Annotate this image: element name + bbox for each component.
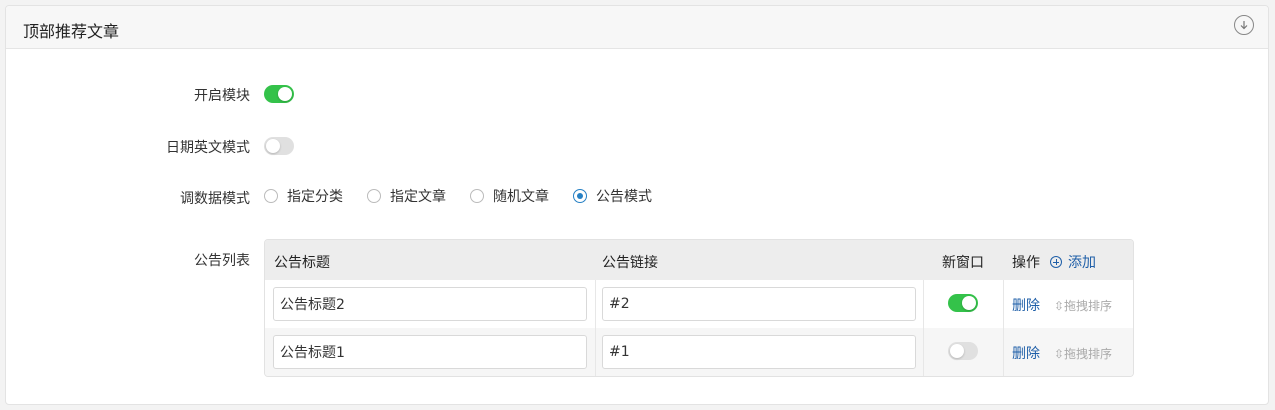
- delete-button[interactable]: 删除: [1012, 343, 1040, 363]
- column-divider: [595, 280, 596, 328]
- delete-button[interactable]: 删除: [1012, 295, 1040, 315]
- notice-link-input[interactable]: [602, 335, 916, 369]
- radio-label: 随机文章: [493, 189, 549, 205]
- radio-random-article[interactable]: 随机文章: [470, 186, 549, 206]
- date-english-label: 日期英文模式: [166, 140, 250, 156]
- radio-label: 指定文章: [390, 189, 446, 205]
- table-header: 公告标题 公告链接 新窗口 操作 添加: [265, 240, 1133, 280]
- add-row-button[interactable]: 添加: [1050, 252, 1096, 272]
- notice-list-label: 公告列表: [194, 253, 250, 269]
- radio-label: 公告模式: [596, 189, 652, 205]
- module-enable-switch[interactable]: [264, 85, 294, 103]
- plus-circle-icon: [1050, 256, 1062, 268]
- header-actions: 操作: [1012, 255, 1040, 271]
- table-row: 删除 ⇳拖拽排序: [265, 328, 1133, 376]
- circle-arrow-down-icon[interactable]: [1234, 15, 1254, 35]
- new-window-switch[interactable]: [948, 342, 978, 360]
- switch-knob: [266, 139, 280, 153]
- data-mode-radio-group: 指定分类 指定文章 随机文章 公告模式: [264, 186, 676, 206]
- notice-title-input[interactable]: [273, 287, 587, 321]
- column-divider: [923, 280, 924, 328]
- switch-knob: [962, 296, 976, 310]
- radio-notice-mode[interactable]: 公告模式: [573, 186, 652, 206]
- date-english-switch[interactable]: [264, 137, 294, 155]
- column-divider: [595, 328, 596, 376]
- radio-label: 指定分类: [287, 189, 343, 205]
- switch-knob: [278, 87, 292, 101]
- panel-header: 顶部推荐文章: [6, 6, 1268, 49]
- switch-knob: [950, 344, 964, 358]
- header-title: 公告标题: [274, 255, 330, 271]
- notice-table: 公告标题 公告链接 新窗口 操作 添加 删除 ⇳拖拽排序 删除 ⇳拖拽排序: [264, 239, 1134, 377]
- radio-circle: [264, 189, 278, 203]
- radio-circle: [470, 189, 484, 203]
- header-link: 公告链接: [602, 255, 658, 271]
- column-divider: [1003, 328, 1004, 376]
- module-enable-label: 开启模块: [194, 88, 250, 104]
- radio-circle: [367, 189, 381, 203]
- new-window-switch[interactable]: [948, 294, 978, 312]
- drag-sort-handle[interactable]: ⇳拖拽排序: [1054, 345, 1112, 362]
- drag-sort-handle[interactable]: ⇳拖拽排序: [1054, 297, 1112, 314]
- header-new-window: 新窗口: [942, 255, 984, 271]
- panel-title: 顶部推荐文章: [23, 22, 120, 41]
- notice-title-input[interactable]: [273, 335, 587, 369]
- table-row: 删除 ⇳拖拽排序: [265, 280, 1133, 328]
- notice-link-input[interactable]: [602, 287, 916, 321]
- column-divider: [923, 328, 924, 376]
- add-label: 添加: [1068, 255, 1096, 271]
- radio-specified-category[interactable]: 指定分类: [264, 186, 343, 206]
- data-mode-label: 调数据模式: [180, 191, 250, 207]
- radio-specified-article[interactable]: 指定文章: [367, 186, 446, 206]
- radio-circle-checked: [573, 189, 587, 203]
- column-divider: [1003, 280, 1004, 328]
